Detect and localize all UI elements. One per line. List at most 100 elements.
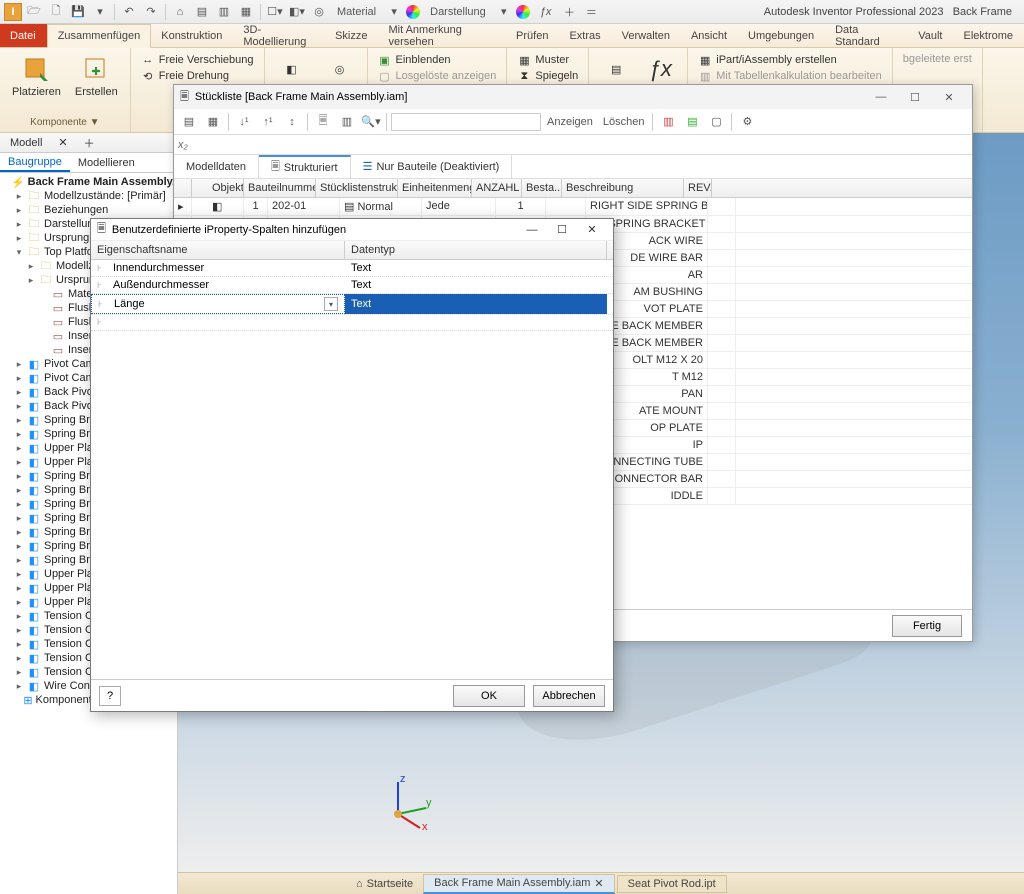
done-button[interactable]: Fertig [892, 615, 962, 637]
ribbon-tab[interactable]: Zusammenfügen [47, 24, 152, 48]
save-dropdown-icon[interactable]: ▾ [90, 3, 110, 21]
col-datatype[interactable]: Datentyp [345, 241, 607, 259]
col-property-name[interactable]: Eigenschaftsname [91, 241, 345, 259]
row-icon[interactable]: ▤ [681, 112, 703, 132]
cancel-button[interactable]: Abbrechen [533, 685, 605, 707]
ribbon-tab[interactable]: 3D-Modellierung [233, 24, 325, 47]
close-icon[interactable]: ✕ [932, 87, 966, 107]
page-icon[interactable]: ▢ [705, 112, 727, 132]
subtab-model[interactable]: Modellieren [70, 153, 143, 172]
mirror-button[interactable]: ⧗Spiegeln [515, 68, 580, 84]
ok-button[interactable]: OK [453, 685, 525, 707]
parameters-button[interactable]: ƒx [641, 52, 679, 86]
file-tab[interactable]: Datei [0, 24, 47, 47]
equals-icon[interactable]: ＝ [581, 3, 601, 21]
formula-input[interactable] [192, 137, 972, 153]
plus-icon[interactable]: ＋ [559, 3, 579, 21]
model-tab[interactable]: Modell [4, 135, 48, 151]
bom-button[interactable]: ▤ [597, 52, 635, 86]
table-row[interactable]: ⊦ [91, 315, 613, 331]
tree-node[interactable]: ▸🗀Modellzustände: [Primär] [0, 189, 177, 203]
dropdown-icon[interactable]: ▾ [324, 297, 338, 311]
ribbon-tab[interactable]: Umgebungen [738, 24, 825, 47]
grid-icon[interactable]: ▦ [202, 112, 224, 132]
sort-asc-icon[interactable]: ↓¹ [233, 112, 255, 132]
loeschen-link[interactable]: Löschen [599, 116, 649, 128]
sort-desc-icon[interactable]: ↑¹ [257, 112, 279, 132]
minimize-icon[interactable]: — [517, 221, 547, 239]
redo-icon[interactable]: ↷ [141, 3, 161, 21]
iprop-grid[interactable]: ⊦InnendurchmesserText⊦AußendurchmesserTe… [91, 260, 613, 679]
doc3-icon[interactable]: ▦ [236, 3, 256, 21]
home-icon[interactable]: ⌂ [170, 3, 190, 21]
minimize-icon[interactable]: — [864, 87, 898, 107]
maximize-icon[interactable]: ☐ [547, 221, 577, 239]
columns-icon[interactable]: ▥ [336, 112, 358, 132]
spreadsheet-button[interactable]: ▥Mit Tabellenkalkulation bearbeiten [696, 68, 884, 84]
table-row[interactable]: ⊦InnendurchmesserText [91, 260, 613, 277]
ribbon-tab[interactable]: Verwalten [612, 24, 681, 47]
save-icon[interactable]: 💾 [68, 3, 88, 21]
appearance-icon[interactable]: ◎ [309, 3, 329, 21]
doc1-icon[interactable]: ▤ [192, 3, 212, 21]
table-row[interactable]: ⊦Länge▾Text [91, 294, 613, 315]
ribbon-tab[interactable]: Elektrome [953, 24, 1024, 47]
pattern-button[interactable]: ▦Muster [515, 52, 580, 68]
create-button[interactable]: ✚Erstellen [71, 52, 122, 100]
open-icon[interactable]: 🗁 [24, 3, 44, 21]
joint-button[interactable]: ◧ [273, 52, 311, 86]
bom-titlebar[interactable]: 🗏 Stückliste [Back Frame Main Assembly.i… [174, 85, 972, 109]
free-rotate-button[interactable]: ⟲Freie Drehung [139, 68, 256, 84]
filter-icon[interactable]: ◧▾ [287, 3, 307, 21]
doc-tab[interactable]: Back Frame Main Assembly.iam✕ [423, 874, 615, 894]
doc-tab[interactable]: Seat Pivot Rod.ipt [617, 875, 727, 893]
search-icon[interactable]: 🔍▾ [360, 112, 382, 132]
help-icon[interactable]: ? [99, 686, 121, 706]
export-icon[interactable]: ▤ [178, 112, 200, 132]
undo-icon[interactable]: ↶ [119, 3, 139, 21]
anzeigen-link[interactable]: Anzeigen [543, 116, 597, 128]
ribbon-tab[interactable]: Extras [559, 24, 611, 47]
ipart-button[interactable]: ▦iPart/iAssembly erstellen [696, 52, 884, 68]
gear-icon[interactable]: ⚙ [736, 112, 758, 132]
free-move-button[interactable]: ↔Freie Verschiebung [139, 52, 256, 68]
table-row[interactable]: ⊦AußendurchmesserText [91, 277, 613, 294]
table-row[interactable]: ▸◧1202-01▤ NormalJede1RIGHT SIDE SPRING … [174, 198, 972, 216]
place-button[interactable]: Platzieren [8, 52, 65, 100]
ribbon-tab[interactable]: Konstruktion [151, 24, 233, 47]
bom-tab-partsonly[interactable]: ☰Nur Bauteile (Deaktiviert) [351, 155, 513, 178]
filter-input[interactable] [391, 113, 541, 131]
maximize-icon[interactable]: ☐ [898, 87, 932, 107]
close-icon[interactable]: ✕ [577, 221, 607, 239]
sort2-icon[interactable]: ↕ [281, 112, 303, 132]
fx-label[interactable]: ƒx [534, 6, 558, 18]
home-tab[interactable]: ⌂Startseite [348, 878, 421, 890]
select-icon[interactable]: ☐▾ [265, 3, 285, 21]
ribbon-tab[interactable]: Skizze [325, 24, 378, 47]
doc2-icon[interactable]: ▥ [214, 3, 234, 21]
component-group-label[interactable]: Komponente ▼ [8, 117, 122, 128]
bom-tab-structured[interactable]: 🗏Strukturiert [259, 155, 351, 178]
ribbon-tab[interactable]: Mit Anmerkung versehen [378, 24, 506, 47]
subtab-assembly[interactable]: Baugruppe [0, 153, 70, 172]
new-icon[interactable]: 🗋 [46, 3, 66, 21]
show-button[interactable]: ▣Einblenden [376, 52, 499, 68]
show-detached-button[interactable]: ▢Losgelöste anzeigen [376, 68, 499, 84]
constrain-button[interactable]: ◎ [321, 52, 359, 86]
ribbon-tab[interactable]: Prüfen [506, 24, 559, 47]
tree-node[interactable]: ▸🗀Beziehungen [0, 203, 177, 217]
ribbon-tab[interactable]: Ansicht [681, 24, 738, 47]
tree-node[interactable]: ⚡Back Frame Main Assembly. [0, 175, 177, 189]
props-icon[interactable]: 🗏 [312, 112, 334, 132]
bom-tab-modeldata[interactable]: Modelldaten [174, 155, 259, 178]
add-tab-icon[interactable]: ＋ [78, 133, 101, 153]
display-label[interactable]: Darstellung [424, 6, 492, 18]
dialog-titlebar[interactable]: 🗏 Benutzerdefinierte iProperty-Spalten h… [91, 219, 613, 241]
app-logo: I [4, 3, 22, 21]
ribbon-tab[interactable]: Data Standard [825, 24, 908, 47]
close-icon[interactable]: ✕ [52, 134, 73, 151]
material-label[interactable]: Material [331, 6, 382, 18]
col-icon[interactable]: ▥ [657, 112, 679, 132]
close-icon[interactable]: ✕ [594, 877, 603, 890]
ribbon-tab[interactable]: Vault [908, 24, 953, 47]
